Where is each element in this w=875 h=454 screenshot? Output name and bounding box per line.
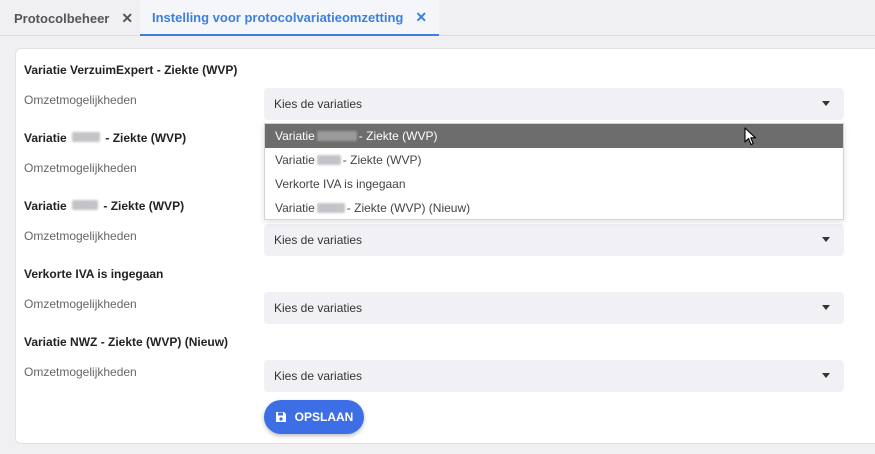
variations-select[interactable]: Kies de variaties [264,292,844,324]
save-button[interactable]: OPSLAAN [264,400,364,434]
field-label: Omzetmogelijkheden [24,365,137,379]
tab-label: Protocolbeheer [14,10,110,26]
tab-instelling-protocolvariatieomzetting[interactable]: Instelling voor protocolvariatieomzettin… [140,0,440,36]
variations-select[interactable]: Kies de variaties [264,224,844,256]
section-title: Verkorte IVA is ingegaan [24,267,164,281]
tab-bar: Protocolbeheer ✕ Instelling voor protoco… [0,0,875,36]
caret-down-icon [822,373,830,378]
field-label: Omzetmogelijkheden [24,93,137,107]
dropdown-option[interactable]: Variatie - Ziekte (WVP) (Nieuw) [265,196,843,220]
field-label: Omzetmogelijkheden [24,297,137,311]
close-icon[interactable]: ✕ [121,10,133,27]
redacted-text [72,200,99,210]
save-icon [275,412,286,422]
tab-label: Instelling voor protocolvariatieomzettin… [152,9,404,25]
section-title: Variatie NWZ - Ziekte (WVP) (Nieuw) [24,335,229,349]
redacted-text [316,203,345,213]
section-title: Variatie VerzuimExpert - Ziekte (WVP) [24,63,238,77]
select-value: Kies de variaties [274,301,363,315]
dropdown-option[interactable]: Verkorte IVA is ingegaan [265,172,843,196]
caret-down-icon [822,305,830,310]
select-value: Kies de variaties [274,233,363,247]
section-title: Variatie - Ziekte (WVP) [24,199,185,213]
redacted-text [316,155,341,165]
field-label: Omzetmogelijkheden [24,229,137,243]
caret-down-icon [822,101,830,106]
dropdown-option[interactable]: Variatie - Ziekte (WVP) [265,148,843,172]
tab-protocolbeheer[interactable]: Protocolbeheer ✕ [14,0,133,36]
variations-select[interactable]: Kies de variaties [264,88,844,120]
field-label: Omzetmogelijkheden [24,161,137,175]
save-label: OPSLAAN [294,410,354,424]
close-icon[interactable]: ✕ [415,9,427,26]
select-value: Kies de variaties [274,97,363,111]
mouse-cursor-icon [744,127,757,146]
redacted-text [72,132,101,142]
variations-select[interactable]: Kies de variaties [264,360,844,392]
redacted-text [316,131,357,141]
caret-down-icon [822,237,830,242]
section-title: Variatie - Ziekte (WVP) [24,131,187,145]
select-value: Kies de variaties [274,369,363,383]
